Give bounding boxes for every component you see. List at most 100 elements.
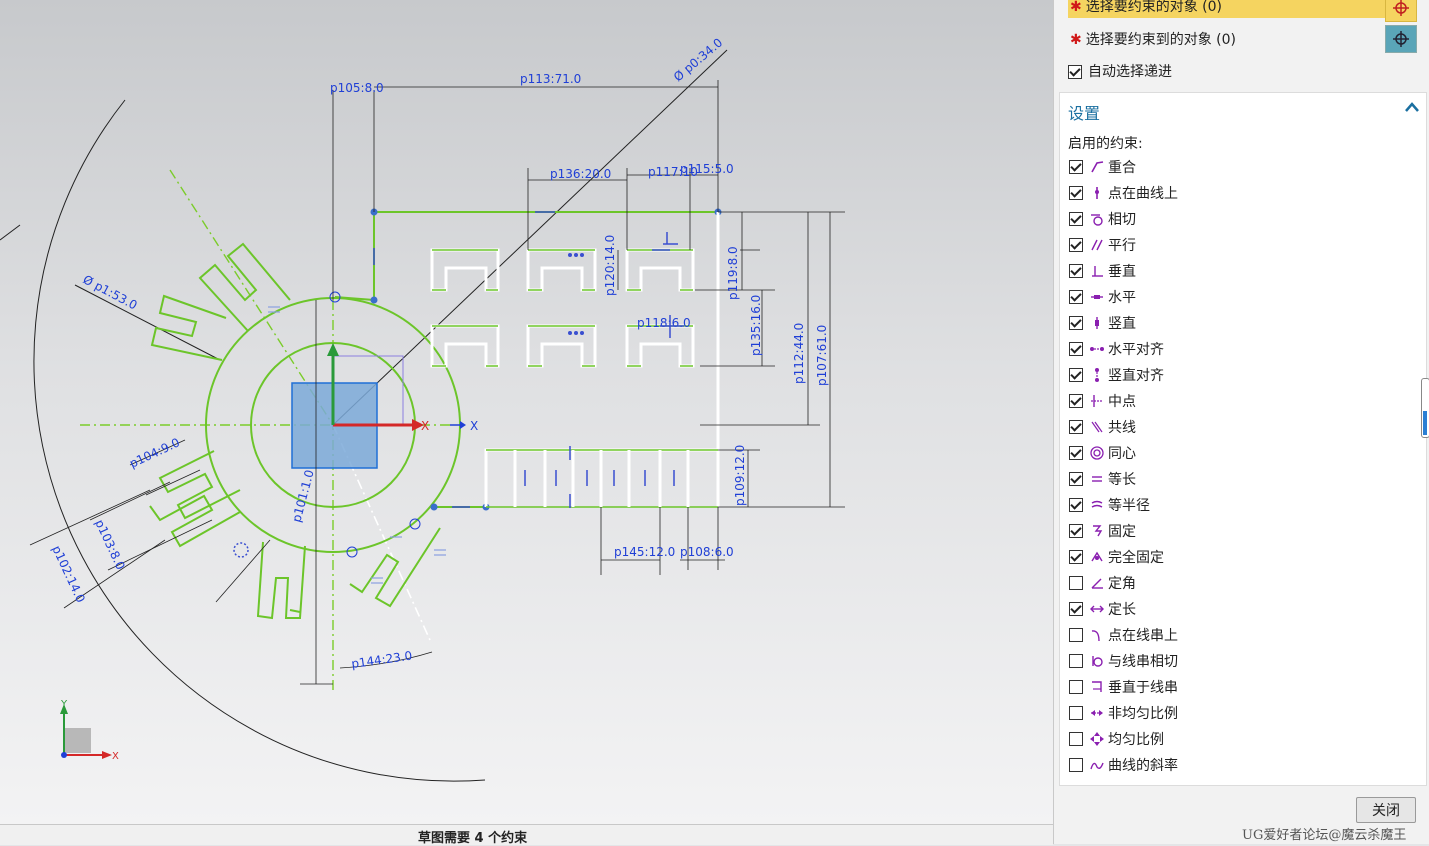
dim-p144: p144:23.0 xyxy=(350,649,413,671)
constraint-row[interactable]: 完全固定 xyxy=(1069,547,1164,567)
select-target-row[interactable]: ✱ 选择要约束到的对象 (0) xyxy=(1068,29,1386,51)
constraint-label: 完全固定 xyxy=(1108,550,1164,566)
panel-scrollbar[interactable] xyxy=(1421,378,1429,438)
dim-p105: p105:8.0 xyxy=(330,81,384,95)
dim-p103: p103:8.0 xyxy=(92,517,127,572)
curve-slope-icon xyxy=(1089,757,1105,773)
constraint-label: 点在曲线上 xyxy=(1108,186,1178,202)
constraint-row[interactable]: 中点 xyxy=(1069,391,1136,411)
required-star-icon: ✱ xyxy=(1070,32,1082,48)
status-message: 草图需要 4 个约束 xyxy=(418,831,528,846)
constraint-checkbox[interactable] xyxy=(1069,290,1083,304)
status-bar: 草图需要 4 个约束 xyxy=(0,824,1053,846)
constraint-row[interactable]: 水平对齐 xyxy=(1069,339,1164,359)
constraint-row[interactable]: 点在曲线上 xyxy=(1069,183,1178,203)
parallel-icon xyxy=(1089,237,1105,253)
midpoint-icon xyxy=(1089,393,1105,409)
select-object-row[interactable]: ✱ 选择要约束的对象 (0) xyxy=(1068,0,1386,18)
constraint-checkbox[interactable] xyxy=(1069,602,1083,616)
constraint-checkbox[interactable] xyxy=(1069,420,1083,434)
constraint-row[interactable]: 竖直 xyxy=(1069,313,1136,333)
constraint-checkbox[interactable] xyxy=(1069,160,1083,174)
non-uniform-scale-icon xyxy=(1089,705,1105,721)
constraint-checkbox[interactable] xyxy=(1069,524,1083,538)
constraint-checkbox[interactable] xyxy=(1069,238,1083,252)
constraint-checkbox[interactable] xyxy=(1069,342,1083,356)
horizontal-align-icon xyxy=(1089,341,1105,357)
auto-select-checkbox[interactable] xyxy=(1068,65,1082,79)
constraint-checkbox[interactable] xyxy=(1069,576,1083,590)
equal-length-icon xyxy=(1089,471,1105,487)
dim-p118: p118:6.0 xyxy=(637,316,691,330)
constraint-row[interactable]: 等半径 xyxy=(1069,495,1150,515)
constraint-checkbox[interactable] xyxy=(1069,212,1083,226)
constraint-row[interactable]: 曲线的斜率 xyxy=(1069,755,1178,775)
constraint-row[interactable]: 垂直 xyxy=(1069,261,1136,281)
constraint-row[interactable]: 等长 xyxy=(1069,469,1136,489)
collinear-icon xyxy=(1089,419,1105,435)
constraint-checkbox[interactable] xyxy=(1069,316,1083,330)
constraint-row[interactable]: 均匀比例 xyxy=(1069,729,1164,749)
dim-p107: p107:61.0 xyxy=(815,325,829,386)
select-object-button[interactable] xyxy=(1385,0,1417,22)
constraint-row[interactable]: 固定 xyxy=(1069,521,1136,541)
chevron-up-icon[interactable] xyxy=(1404,101,1420,113)
constraint-row[interactable]: 与线串相切 xyxy=(1069,651,1178,671)
constraint-panel: ✱ 选择要约束的对象 (0) ✱ 选择要约束到的对象 (0) 自动选择递进 设置 启… xyxy=(1053,0,1429,844)
svg-text:X: X xyxy=(112,751,119,762)
constant-angle-icon xyxy=(1089,575,1105,591)
constraint-checkbox[interactable] xyxy=(1069,732,1083,746)
constraint-checkbox[interactable] xyxy=(1069,394,1083,408)
auto-select-row[interactable]: 自动选择递进 xyxy=(1068,61,1172,81)
constraint-checkbox[interactable] xyxy=(1069,654,1083,668)
constraint-checkbox[interactable] xyxy=(1069,368,1083,382)
constraint-row[interactable]: 点在线串上 xyxy=(1069,625,1178,645)
close-button[interactable]: 关闭 xyxy=(1356,797,1416,823)
watermark-text: UG爱好者论坛@魔云杀魔王 xyxy=(1242,828,1407,843)
constraint-checkbox[interactable] xyxy=(1069,758,1083,772)
constraint-checkbox[interactable] xyxy=(1069,472,1083,486)
constraint-checkbox[interactable] xyxy=(1069,706,1083,720)
scrollbar-thumb[interactable] xyxy=(1423,411,1427,435)
uniform-scale-icon xyxy=(1089,731,1105,747)
constraint-row[interactable]: 相切 xyxy=(1069,209,1136,229)
constraint-row[interactable]: 竖直对齐 xyxy=(1069,365,1164,385)
constraint-checkbox[interactable] xyxy=(1069,264,1083,278)
perpendicular-icon xyxy=(1089,263,1105,279)
sketch-canvas[interactable]: X X p105:8.0 p113:71.0 Ø p0:34.0 p136:20… xyxy=(0,0,1053,824)
point-on-curve-icon xyxy=(1089,185,1105,201)
required-star-icon: ✱ xyxy=(1070,0,1082,15)
constraint-label: 非均匀比例 xyxy=(1108,706,1178,722)
constraint-checkbox[interactable] xyxy=(1069,550,1083,564)
dim-p120: p120:14.0 xyxy=(603,235,617,296)
select-target-button[interactable] xyxy=(1385,25,1417,53)
constraint-label: 曲线的斜率 xyxy=(1108,758,1178,774)
dim-p104: p104:9.0 xyxy=(127,435,182,470)
dim-p102: p102:14.0 xyxy=(49,543,88,604)
vertical-icon xyxy=(1089,315,1105,331)
constraint-row[interactable]: 重合 xyxy=(1069,157,1136,177)
constraint-checkbox[interactable] xyxy=(1069,498,1083,512)
constraint-row[interactable]: 水平 xyxy=(1069,287,1136,307)
svg-text:Y: Y xyxy=(60,699,68,710)
fully-fixed-icon xyxy=(1089,549,1105,565)
constraint-row[interactable]: 垂直于线串 xyxy=(1069,677,1178,697)
constraint-row[interactable]: 定角 xyxy=(1069,573,1136,593)
constraint-checkbox[interactable] xyxy=(1069,680,1083,694)
settings-title[interactable]: 设置 xyxy=(1068,100,1100,124)
constraint-row[interactable]: 定长 xyxy=(1069,599,1136,619)
settings-group: 设置 启用的约束: 重合 点在曲线上 相切 平行 垂直 水平 竖直 水平对齐 竖直对齐 中点 共线同… xyxy=(1059,92,1427,786)
constraint-row[interactable]: 同心 xyxy=(1069,443,1136,463)
constraint-label: 等长 xyxy=(1108,472,1136,488)
constraint-row[interactable]: 平行 xyxy=(1069,235,1136,255)
constraint-row[interactable]: 非均匀比例 xyxy=(1069,703,1178,723)
constraint-label: 固定 xyxy=(1108,524,1136,540)
dim-p119: p119:8.0 xyxy=(726,246,740,300)
sketch-drawing[interactable]: X X p105:8.0 p113:71.0 Ø p0:34.0 p136:20… xyxy=(0,0,1053,824)
constraint-checkbox[interactable] xyxy=(1069,446,1083,460)
constraint-checkbox[interactable] xyxy=(1069,628,1083,642)
constraint-checkbox[interactable] xyxy=(1069,186,1083,200)
dim-p145: p145:12.0 xyxy=(614,545,675,559)
constraint-label: 相切 xyxy=(1108,212,1136,228)
constraint-row[interactable]: 共线 xyxy=(1069,417,1136,437)
